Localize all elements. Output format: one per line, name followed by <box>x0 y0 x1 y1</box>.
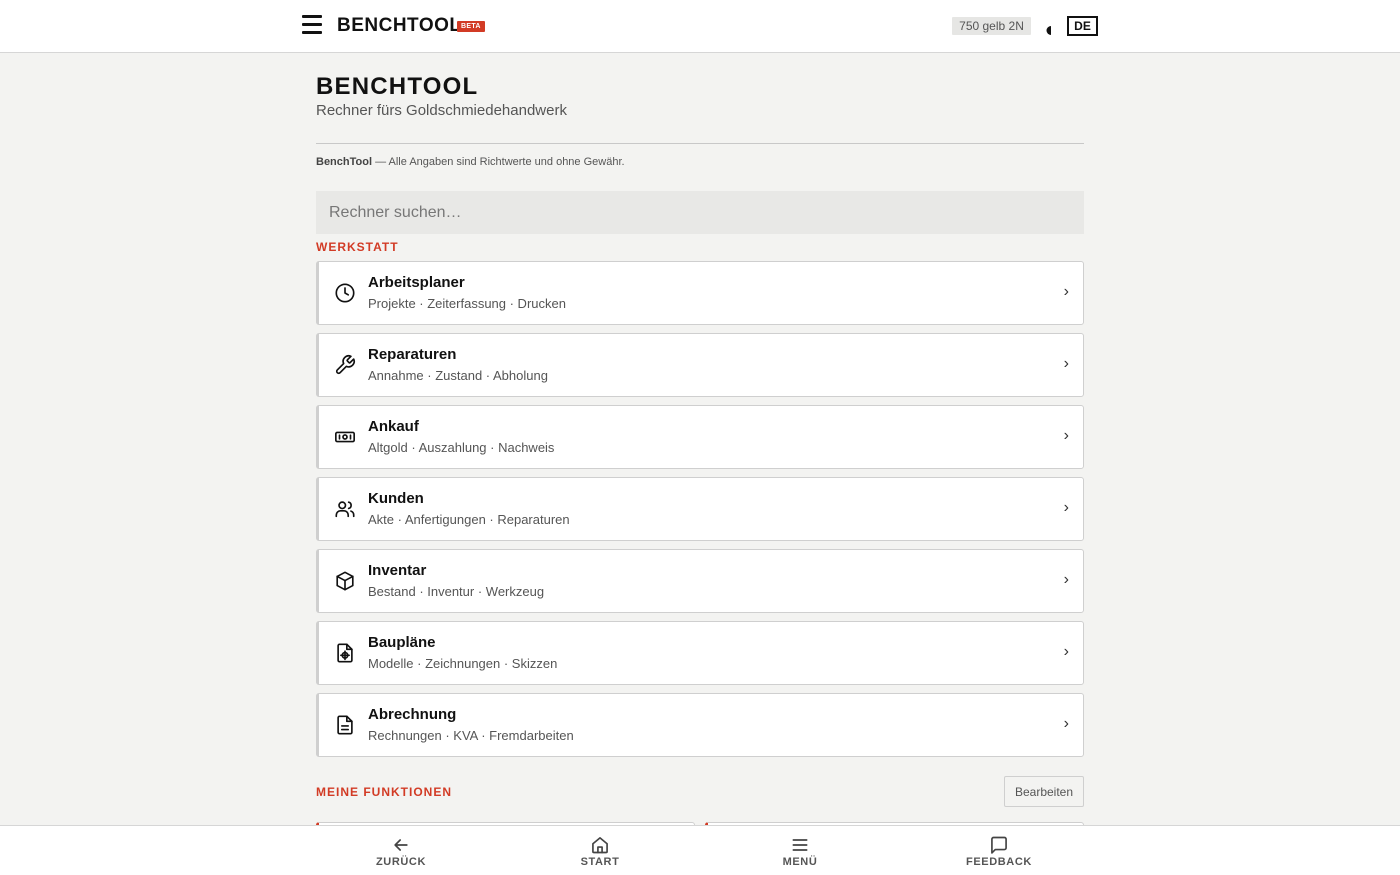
card-subtitle: Modelle · Zeichnungen · Skizzen <box>368 656 558 671</box>
card-title: Kunden <box>368 490 424 507</box>
disclaimer: BenchTool — Alle Angaben sind Richtwerte… <box>316 156 625 168</box>
card-reparaturen[interactable]: Reparaturen Annahme · Zustand · Abholung… <box>316 333 1084 397</box>
alloy-selector[interactable]: 750 gelb 2N <box>952 17 1031 35</box>
chevron-right-icon: › <box>1063 283 1069 300</box>
card-subtitle: Bestand · Inventur · Werkzeug <box>368 584 545 599</box>
nav-feedback-label: FEEDBACK <box>966 856 1032 868</box>
nav-menu-button[interactable]: MENÜ <box>740 835 860 868</box>
chevron-right-icon: › <box>1063 499 1069 516</box>
chevron-right-icon: › <box>1063 715 1069 732</box>
card-title: Inventar <box>368 562 427 579</box>
wrench-icon <box>334 354 356 376</box>
chevron-right-icon: › <box>1063 571 1069 588</box>
card-abrechnung[interactable]: Abrechnung Rechnungen · KVA · Fremdarbei… <box>316 693 1084 757</box>
banknote-icon <box>334 426 356 448</box>
card-arbeitsplaner[interactable]: Arbeitsplaner Projekte · Zeiterfassung ·… <box>316 261 1084 325</box>
top-bar: BENCHTOOL BETA 750 gelb 2N DE <box>0 0 1400 53</box>
theme-toggle-icon[interactable] <box>1046 22 1052 35</box>
card-ankauf[interactable]: Ankauf Altgold · Auszahlung · Nachweis › <box>316 405 1084 469</box>
card-title: Ankauf <box>368 418 419 435</box>
users-icon <box>334 498 356 520</box>
box-icon <box>334 570 356 592</box>
card-subtitle: Projekte · Zeiterfassung · Drucken <box>368 296 566 311</box>
card-title: Reparaturen <box>368 346 457 363</box>
card-bauplaene[interactable]: Baupläne Modelle · Zeichnungen · Skizzen… <box>316 621 1084 685</box>
bottom-nav: ZURÜCK START MENÜ FEEDBACK <box>0 825 1400 875</box>
clock-icon <box>334 282 356 304</box>
disclaimer-text: — Alle Angaben sind Richtwerte und ohne … <box>372 156 625 168</box>
hamburger-menu-icon[interactable] <box>302 15 322 35</box>
app-brand[interactable]: BENCHTOOL <box>337 15 461 37</box>
page-title: BENCHTOOL <box>316 73 479 100</box>
menu-icon <box>792 839 808 851</box>
card-subtitle: Annahme · Zustand · Abholung <box>368 368 548 383</box>
card-inventar[interactable]: Inventar Bestand · Inventur · Werkzeug › <box>316 549 1084 613</box>
card-subtitle: Akte · Anfertigungen · Reparaturen <box>368 512 570 527</box>
language-button[interactable]: DE <box>1067 16 1098 36</box>
chevron-right-icon: › <box>1063 427 1069 444</box>
section-title-meine-funktionen: MEINE FUNKTIONEN <box>316 785 452 799</box>
card-subtitle: Rechnungen · KVA · Fremdarbeiten <box>368 728 574 743</box>
section-title-werkstatt: WERKSTATT <box>316 240 399 254</box>
chevron-right-icon: › <box>1063 355 1069 372</box>
card-title: Abrechnung <box>368 706 457 723</box>
card-title: Baupläne <box>368 634 436 651</box>
page-subtitle: Rechner fürs Goldschmiedehandwerk <box>316 102 567 119</box>
nav-feedback-button[interactable]: FEEDBACK <box>939 835 1059 868</box>
arrow-left-icon <box>394 839 408 851</box>
card-title: Arbeitsplaner <box>368 274 465 291</box>
nav-start-label: START <box>580 856 620 868</box>
nav-back-button[interactable]: ZURÜCK <box>341 835 461 868</box>
beta-badge: BETA <box>457 21 485 32</box>
chevron-right-icon: › <box>1063 643 1069 660</box>
divider <box>316 143 1084 144</box>
card-kunden[interactable]: Kunden Akte · Anfertigungen · Reparature… <box>316 477 1084 541</box>
disclaimer-brand: BenchTool <box>316 156 373 168</box>
chat-bubble-icon <box>991 836 1007 854</box>
nav-back-label: ZURÜCK <box>375 856 427 868</box>
blueprint-icon <box>334 642 356 664</box>
search-input[interactable] <box>316 191 1084 234</box>
home-icon <box>592 837 608 854</box>
card-subtitle: Altgold · Auszahlung · Nachweis <box>368 440 555 455</box>
nav-menu-label: MENÜ <box>782 856 818 868</box>
edit-favorites-button[interactable]: Bearbeiten <box>1004 776 1084 807</box>
nav-start-button[interactable]: START <box>540 835 660 868</box>
document-icon <box>334 714 356 736</box>
